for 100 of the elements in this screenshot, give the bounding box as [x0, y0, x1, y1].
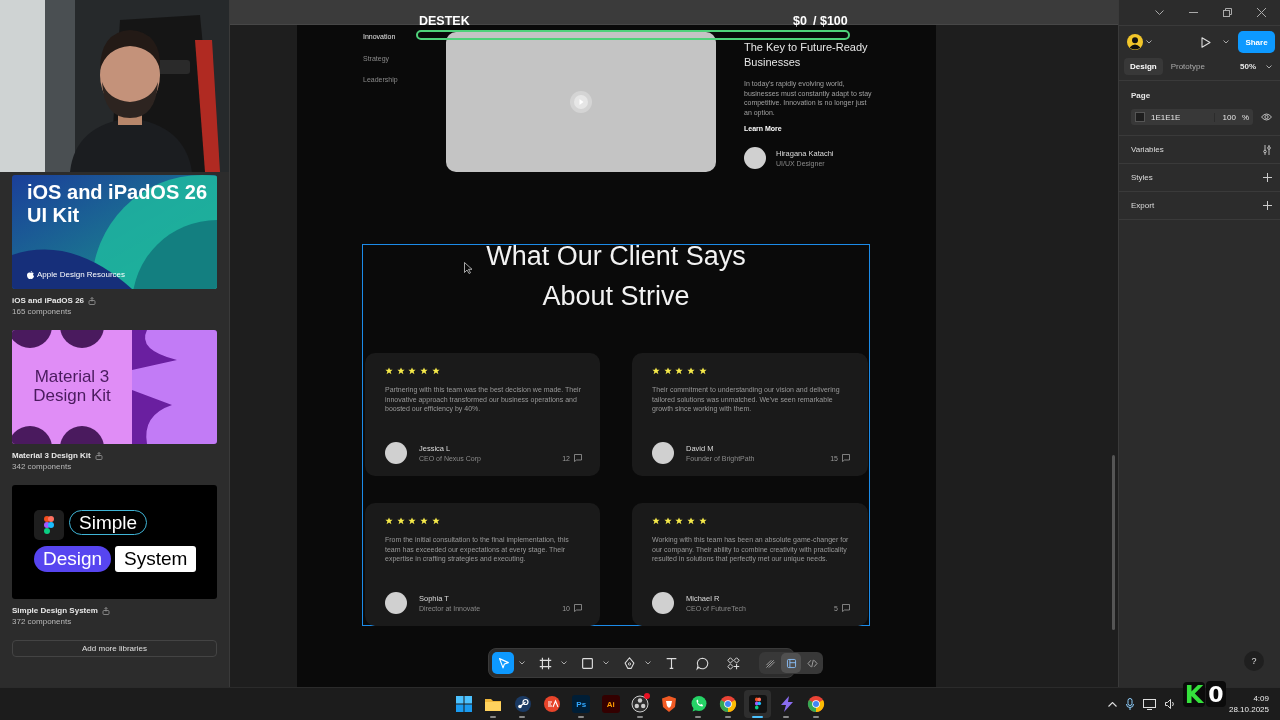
overlay-title: DESTEK — [419, 14, 470, 28]
comment-icon — [694, 655, 710, 671]
avatar — [385, 592, 407, 614]
close-icon[interactable] — [1256, 7, 1266, 17]
feature-title: The Key to Future-Ready Businesses — [744, 40, 869, 70]
plus-icon[interactable] — [1263, 173, 1272, 182]
chrome-icon — [807, 695, 826, 713]
ea-icon — [542, 695, 561, 713]
comment-icon — [842, 604, 850, 612]
avatar-icon[interactable] — [1127, 34, 1143, 50]
comment-icon — [574, 454, 582, 462]
star-icon — [385, 517, 393, 525]
library-name: Material 3 Design Kit — [12, 450, 91, 461]
sliders-icon[interactable] — [1262, 144, 1272, 155]
chrome-icon — [719, 695, 738, 713]
component-count: 372 components — [12, 616, 73, 627]
color-field[interactable]: 1E1E1E 100 % — [1131, 109, 1253, 125]
eye-icon[interactable] — [1261, 113, 1272, 121]
photoshop-icon: Ps — [572, 695, 591, 713]
overlay-goal: / $100 — [813, 14, 848, 28]
speaker-icon[interactable] — [1164, 699, 1176, 709]
cursor-icon — [464, 262, 473, 274]
star-icon — [420, 367, 429, 375]
star-icon — [687, 517, 696, 525]
overlay-amount: $0 — [793, 14, 807, 28]
clock-time[interactable]: 4:09 — [1228, 693, 1269, 704]
panel-tab[interactable]: Design — [1124, 58, 1163, 75]
comment-icon — [842, 454, 850, 462]
windows-icon — [454, 695, 473, 713]
star-icon — [408, 367, 417, 375]
star-icon — [675, 367, 684, 375]
star-icon — [652, 517, 660, 525]
figma-icon — [748, 695, 767, 713]
play-icon[interactable] — [1201, 36, 1211, 48]
restore-icon[interactable] — [1222, 7, 1232, 17]
shield-icon — [660, 695, 679, 713]
whatsapp-icon — [689, 695, 708, 713]
microphone-icon[interactable] — [1125, 698, 1134, 710]
star-icon — [663, 367, 672, 375]
overlay-counter: 0 — [1206, 681, 1226, 707]
star-icon — [687, 367, 696, 375]
star-icon — [396, 517, 405, 525]
thumbnail-tag: Design — [34, 546, 112, 572]
star-icon — [396, 367, 405, 375]
apple-icon — [27, 270, 34, 279]
obs-icon — [631, 695, 649, 713]
help-button[interactable]: ? — [1244, 651, 1264, 671]
minimize-icon[interactable] — [1188, 11, 1198, 13]
library-icon — [101, 606, 110, 615]
caret-icon[interactable] — [603, 661, 609, 665]
caret-icon — [1146, 40, 1152, 44]
avatar — [652, 442, 674, 464]
illustrator-icon: Ai — [601, 695, 620, 713]
chevron-down-icon[interactable] — [1154, 9, 1164, 15]
section-title: What Our Client Says About Strive — [485, 240, 747, 313]
caret-icon — [1266, 64, 1272, 69]
avatar — [385, 442, 407, 464]
figma-logo-icon — [34, 510, 64, 540]
chevron-up-icon[interactable] — [1107, 701, 1117, 707]
star-icon — [675, 517, 684, 525]
thumbnail-title: Material 3 — [33, 367, 111, 386]
star-icon — [663, 517, 672, 525]
library-name: Simple Design System — [12, 605, 98, 616]
caret-icon[interactable] — [519, 661, 525, 665]
scrollbar[interactable] — [1112, 455, 1115, 630]
tool-button[interactable] — [492, 652, 514, 674]
caret-icon[interactable] — [645, 661, 651, 665]
frame-tool-icon — [537, 655, 553, 671]
star-icon — [698, 367, 707, 375]
star-icon — [408, 517, 417, 525]
caret-icon[interactable] — [561, 661, 567, 665]
design-mode-icon — [784, 656, 798, 670]
thumbnail-tag: System — [115, 546, 197, 572]
taskbar-app[interactable] — [744, 690, 771, 718]
thumbnail-title: iOS and iPadOS 26 — [27, 181, 208, 204]
rectangle-tool-icon — [579, 655, 595, 671]
star-icon — [652, 367, 660, 375]
mode-button[interactable] — [781, 653, 801, 673]
taskbar-app[interactable]: Ps — [567, 690, 595, 718]
thumbnail-title: UI Kit — [27, 204, 81, 227]
star-icon — [385, 367, 393, 375]
star-icon — [698, 517, 707, 525]
star-icon — [431, 367, 440, 375]
library-name: iOS and iPadOS 26 — [12, 295, 85, 306]
clock-date[interactable]: 28.10.2025 — [1228, 704, 1269, 715]
caret-icon — [1223, 40, 1229, 44]
library-icon — [88, 296, 97, 305]
zoom-level[interactable]: 50% — [1240, 62, 1256, 71]
add-libraries-button[interactable]: Add more libraries — [12, 640, 217, 657]
library-icon — [94, 451, 103, 460]
monitor-icon[interactable] — [1142, 698, 1156, 710]
plus-icon[interactable] — [1263, 201, 1272, 210]
section-heading: Page — [1131, 91, 1152, 100]
panel-tab[interactable]: Prototype — [1164, 58, 1211, 75]
taskbar-app[interactable]: Ai — [597, 690, 625, 718]
star-icon — [431, 517, 440, 525]
component-count: 165 components — [12, 306, 73, 317]
section-heading: Export — [1131, 201, 1155, 210]
thumbnail-title: Design Kit — [32, 386, 112, 405]
section-heading: Variables — [1131, 145, 1164, 154]
